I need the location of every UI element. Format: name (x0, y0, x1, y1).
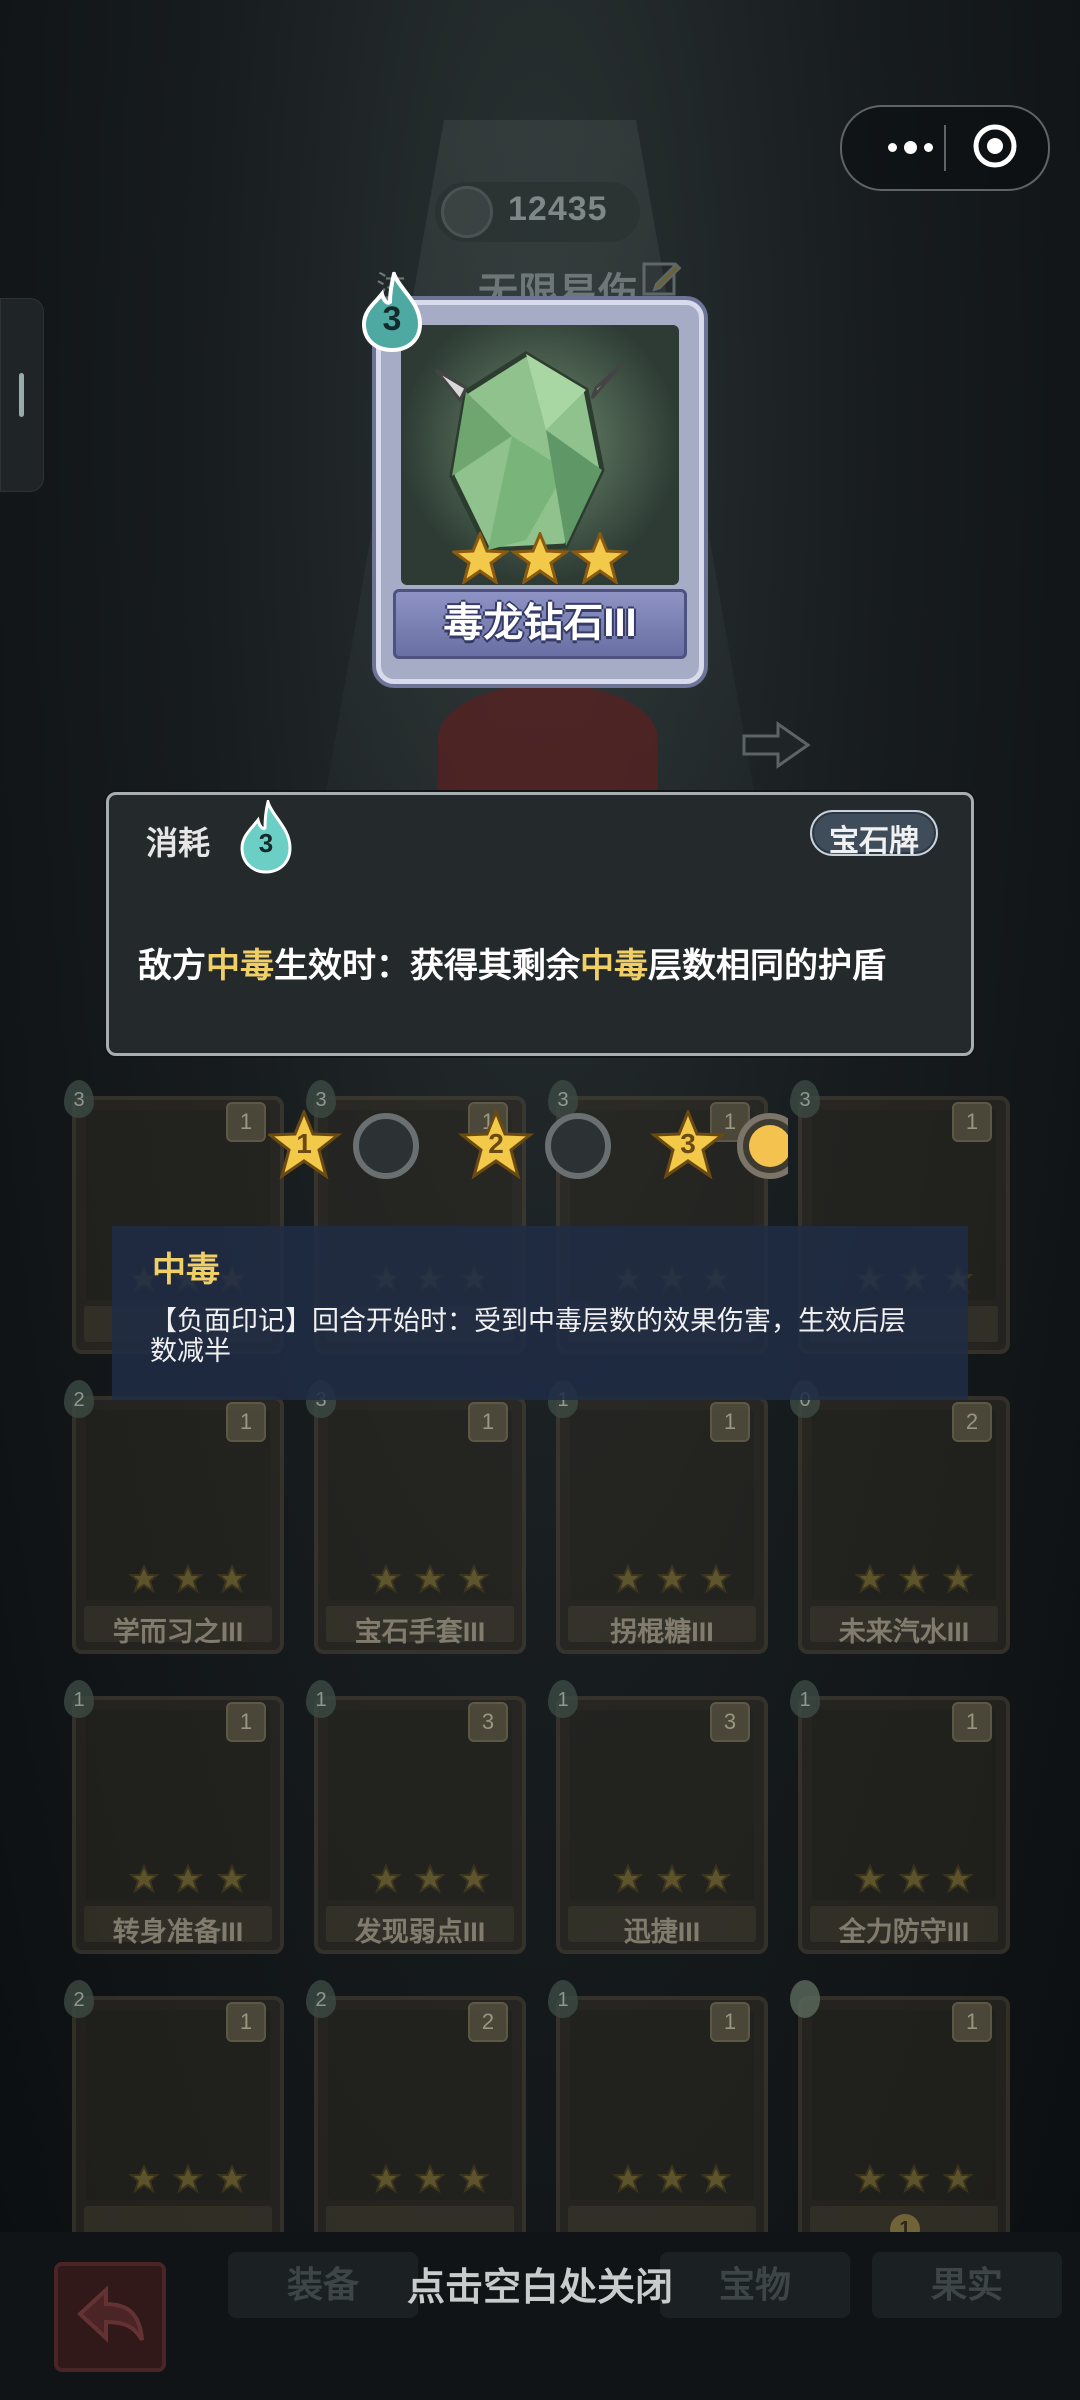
character-silhouette (438, 684, 658, 794)
dot-icon (923, 142, 933, 152)
card-stars (612, 1564, 732, 1594)
close-miniprogram-icon[interactable] (972, 123, 1018, 169)
card-count-badge: 2 (468, 2002, 508, 2042)
card-count-badge: 1 (710, 2002, 750, 2042)
card-name: 未来汽水III (838, 1617, 970, 1647)
card-cost: 2 (306, 1980, 336, 2018)
card-stars (854, 1564, 974, 1594)
card-cost: 2 (64, 1980, 94, 2018)
card-cost: 1 (790, 1680, 820, 1718)
card-stars (612, 2164, 732, 2194)
star-level-progress (268, 1110, 788, 1180)
desc-text: 生效时：获得其剩余 (274, 947, 580, 985)
card-name: 拐棍糖III (610, 1617, 714, 1647)
card-count-badge: 1 (226, 1702, 266, 1742)
selected-card-name: 毒龙钻石III (443, 601, 637, 645)
dot-icon (903, 140, 917, 154)
star-level-2-label: 2 (488, 1128, 504, 1159)
card-name: 迅捷III (623, 1917, 701, 1947)
close-hint[interactable]: 点击空白处关闭 (300, 2256, 780, 2311)
card-count-badge: 3 (710, 1702, 750, 1742)
card-name: 全力防守III (838, 1917, 970, 1947)
card-cost: 3 (64, 1080, 94, 1118)
desc-text: 层数相同的护盾 (648, 947, 886, 985)
card-stars (128, 2164, 248, 2194)
selected-card-cost: 3 (382, 300, 402, 338)
card-count-badge: 1 (952, 2002, 992, 2042)
gold-value: 12435 (508, 190, 608, 228)
coin-icon (441, 186, 493, 238)
desc-text: 敌方 (138, 947, 206, 985)
keyword-tooltip-body: 【负面印记】回合开始时：受到中毒层数的效果伤害，生效后层数减半 (150, 1306, 906, 1366)
card-cost: 2 (64, 1380, 94, 1418)
card-count-badge: 1 (710, 1402, 750, 1442)
handle-grip (19, 373, 24, 417)
keyword-poison[interactable]: 中毒 (206, 947, 274, 985)
card-cost: 1 (64, 1680, 94, 1718)
back-arrow-icon (77, 2285, 144, 2343)
card-cost: 1 (306, 1680, 336, 1718)
card-name: 宝石手套III (354, 1617, 486, 1647)
potion-icon (790, 1980, 820, 2018)
card-cost: 1 (548, 1980, 578, 2018)
card-count-badge: 2 (952, 1402, 992, 1442)
back-button[interactable] (54, 2262, 166, 2372)
pencil-icon (642, 262, 682, 296)
keyword-poison[interactable]: 中毒 (580, 947, 648, 985)
card-name: 转身准备III (112, 1917, 244, 1947)
progress-circle-1 (353, 1113, 419, 1179)
card-stars (452, 532, 628, 584)
card-name: 学而习之III (112, 1617, 244, 1647)
star-level-3-label: 3 (680, 1128, 696, 1159)
selected-card-cost-badge: 3 (360, 267, 424, 353)
keyword-tooltip-title: 中毒 (152, 1251, 220, 1289)
card-stars (370, 2164, 490, 2194)
card-stars (128, 1864, 248, 1894)
card-cost: 3 (790, 1080, 820, 1118)
card-count-badge: 1 (952, 1102, 992, 1142)
cost-value: 3 (258, 828, 274, 858)
progress-circle-2 (545, 1113, 611, 1179)
miniprogram-capsule (840, 105, 1050, 191)
star-level-1-label: 1 (296, 1128, 312, 1159)
card-stars (854, 1864, 974, 1894)
dot-icon (887, 142, 897, 152)
card-stars (612, 1864, 732, 1894)
progress-circle-3-filled (737, 1113, 788, 1179)
side-drawer-handle[interactable] (0, 298, 44, 492)
more-menu-button[interactable] (870, 125, 950, 169)
card-cost: 1 (548, 1680, 578, 1718)
card-count-badge: 1 (952, 1702, 992, 1742)
card-name: 发现弱点III (354, 1917, 486, 1947)
card-description: 敌方中毒生效时：获得其剩余中毒层数相同的护盾 (138, 938, 886, 987)
card-type-label: 宝石牌 (829, 825, 919, 858)
card-count-badge: 3 (468, 1702, 508, 1742)
card-stars (370, 1564, 490, 1594)
card-count-badge: 1 (468, 1402, 508, 1442)
card-stars (854, 2164, 974, 2194)
card-count-badge: 1 (226, 1402, 266, 1442)
cost-label: 消耗 (146, 825, 211, 861)
capsule-divider (944, 125, 946, 171)
card-count-badge: 1 (226, 2002, 266, 2042)
card-count-badge: 1 (226, 1102, 266, 1142)
card-stars (128, 1564, 248, 1594)
card-stars (370, 1864, 490, 1894)
arrow-right-icon (742, 721, 811, 769)
tab-fruit[interactable]: 果实 (872, 2252, 1062, 2318)
cost-badge: 3 (238, 796, 294, 874)
